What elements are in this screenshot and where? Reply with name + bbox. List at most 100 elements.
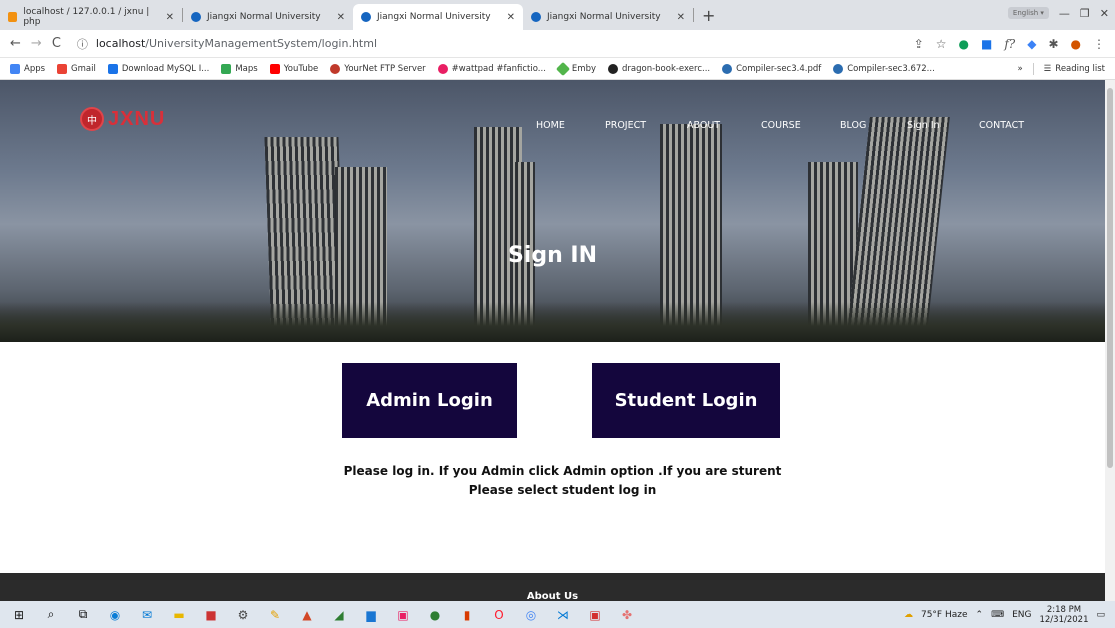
app-icon[interactable]: ▆: [362, 606, 380, 624]
bookmark-gmail[interactable]: Gmail: [57, 63, 96, 74]
extension-puzzle-color-icon[interactable]: ◆: [1027, 37, 1036, 51]
bookmark-compiler-pdf[interactable]: Compiler-sec3.4.pdf: [722, 63, 821, 74]
profile-avatar-icon[interactable]: ●: [1071, 37, 1081, 51]
admin-login-button[interactable]: Admin Login: [342, 363, 517, 438]
search-icon[interactable]: ⌕: [42, 606, 60, 624]
nav-sign-in[interactable]: Sign In: [907, 120, 940, 131]
bookmarks-right: » ☰ Reading list: [1017, 62, 1105, 75]
bookmark-dragon-book[interactable]: dragon-book-exerc...: [608, 63, 710, 74]
back-arrow-icon[interactable]: ←: [10, 36, 21, 51]
close-window-icon[interactable]: ✕: [1100, 7, 1109, 20]
close-icon[interactable]: ✕: [677, 12, 685, 23]
reading-list-label: Reading list: [1055, 63, 1105, 74]
browser-tab-jxnu-active[interactable]: Jiangxi Normal University ✕: [353, 4, 523, 30]
reload-icon[interactable]: C: [52, 36, 61, 51]
file-explorer-icon[interactable]: ▬: [170, 606, 188, 624]
weather-icon: ☁: [903, 609, 913, 620]
forward-arrow-icon[interactable]: →: [31, 36, 42, 51]
language-indicator[interactable]: ENG: [1012, 610, 1031, 620]
page-scrollbar[interactable]: [1105, 80, 1115, 601]
browser-tab-phpmyadmin[interactable]: localhost / 127.0.0.1 / jxnu | php ✕: [0, 4, 182, 30]
nav-contact[interactable]: CONTACT: [979, 120, 1024, 131]
wordpress-icon: [722, 63, 733, 74]
bookmark-star-icon[interactable]: ☆: [936, 37, 947, 51]
close-icon[interactable]: ✕: [337, 12, 345, 23]
chevron-up-icon[interactable]: ⌃: [976, 610, 984, 620]
mail-icon[interactable]: ✉: [138, 606, 156, 624]
bookmark-label: Gmail: [71, 63, 96, 74]
app-icon[interactable]: ✤: [618, 606, 636, 624]
task-view-icon[interactable]: ⧉: [74, 606, 92, 624]
nav-project[interactable]: PROJECT: [605, 120, 646, 131]
language-indicator: English ▾: [1007, 7, 1049, 19]
reading-list-button[interactable]: ☰ Reading list: [1044, 64, 1105, 74]
bookmark-ftp[interactable]: YourNet FTP Server: [330, 63, 426, 74]
system-tray: ☁ 75°F Haze ⌃ ⌨ ENG 2:18 PM 12/31/2021 ▭: [904, 605, 1105, 625]
formula-extension-icon[interactable]: f?: [1004, 37, 1015, 51]
windows-start-icon[interactable]: ⊞: [10, 606, 28, 624]
app-icon[interactable]: ▲: [298, 606, 316, 624]
jxnu-logo[interactable]: 中 JXNU: [80, 107, 165, 131]
restore-icon[interactable]: ❐: [1080, 7, 1090, 20]
youtube-icon: [269, 63, 280, 74]
tree-line-image: [0, 302, 1105, 342]
info-icon[interactable]: ⓘ: [77, 36, 88, 52]
bookmark-maps[interactable]: Maps: [221, 63, 258, 74]
share-icon[interactable]: ⇪: [914, 37, 924, 51]
clock-time: 2:18 PM: [1046, 604, 1082, 615]
browser-tab-jxnu-1[interactable]: Jiangxi Normal University ✕: [183, 4, 353, 30]
phpmyadmin-icon: [8, 12, 18, 22]
jxnu-favicon-icon: [531, 12, 541, 22]
keyboard-icon[interactable]: ⌨: [991, 610, 1004, 620]
bookmark-youtube[interactable]: YouTube: [269, 63, 319, 74]
url-field[interactable]: ⓘ localhost/UniversityManagementSystem/l…: [77, 36, 377, 52]
browser-tab-jxnu-3[interactable]: Jiangxi Normal University ✕: [523, 4, 693, 30]
tab-label: Jiangxi Normal University: [547, 12, 661, 22]
nav-blog[interactable]: BLOG: [840, 120, 866, 131]
university-seal-icon: 中: [80, 107, 104, 131]
new-tab-button[interactable]: +: [694, 6, 723, 25]
clock[interactable]: 2:18 PM 12/31/2021: [1039, 605, 1088, 625]
sticky-notes-icon[interactable]: ✎: [266, 606, 284, 624]
app-icon[interactable]: ▣: [394, 606, 412, 624]
nav-home[interactable]: HOME: [536, 120, 565, 131]
app-icon[interactable]: ●: [426, 606, 444, 624]
bookmark-mysql[interactable]: Download MySQL I...: [107, 63, 210, 74]
bookmark-apps[interactable]: Apps: [10, 63, 45, 74]
vscode-icon[interactable]: ⋊: [554, 606, 572, 624]
close-icon[interactable]: ✕: [166, 12, 174, 23]
opera-icon[interactable]: O: [490, 606, 508, 624]
minimize-icon[interactable]: —: [1059, 7, 1070, 20]
chrome-icon[interactable]: ◎: [522, 606, 540, 624]
settings-gear-icon[interactable]: ⚙: [234, 606, 252, 624]
extension-toolbar: ⇪ ☆ ● ■ f? ◆ ✱ ● ⋮: [914, 37, 1105, 51]
extension-green-icon[interactable]: ●: [959, 37, 969, 51]
weather-text[interactable]: 75°F Haze: [921, 610, 968, 620]
jxnu-favicon-icon: [191, 12, 201, 22]
bookmark-wattpad[interactable]: #wattpad #fanfictio...: [437, 63, 546, 74]
tab-label: localhost / 127.0.0.1 / jxnu | php: [23, 7, 150, 27]
extension-blue-icon[interactable]: ■: [981, 37, 992, 51]
pdf-reader-icon[interactable]: ▣: [586, 606, 604, 624]
bookmark-label: Emby: [571, 63, 596, 74]
bookmark-emby[interactable]: Emby: [555, 61, 596, 76]
close-icon[interactable]: ✕: [507, 12, 515, 23]
student-login-button[interactable]: Student Login: [592, 363, 780, 438]
notifications-icon[interactable]: ▭: [1096, 610, 1105, 620]
edge-browser-icon[interactable]: ◉: [106, 606, 124, 624]
nav-about[interactable]: ABOUT: [687, 120, 720, 131]
sublime-text-icon[interactable]: ■: [202, 606, 220, 624]
bookmark-label: YouTube: [283, 63, 319, 74]
extensions-puzzle-icon[interactable]: ✱: [1048, 37, 1058, 51]
office-icon[interactable]: ▮: [458, 606, 476, 624]
menu-kebab-icon[interactable]: ⋮: [1093, 37, 1105, 51]
nav-course[interactable]: COURSE: [761, 120, 801, 131]
bookmark-label: Download MySQL I...: [121, 63, 210, 74]
bookmark-compiler-672[interactable]: Compiler-sec3.672...: [833, 63, 935, 74]
scrollbar-thumb[interactable]: [1107, 88, 1113, 468]
apps-grid-icon: [10, 63, 20, 74]
bookmark-label: Compiler-sec3.672...: [847, 63, 935, 74]
more-bookmarks-button[interactable]: »: [1017, 64, 1022, 74]
app-icon[interactable]: ◢: [330, 606, 348, 624]
emby-icon: [555, 61, 570, 76]
